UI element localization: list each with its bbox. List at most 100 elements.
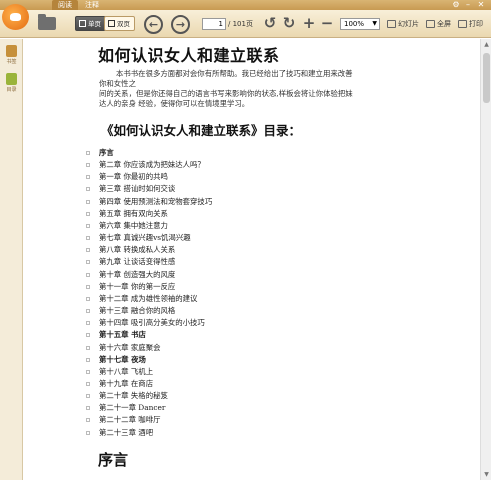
toc-item[interactable]: 第十九章 在商店	[86, 378, 212, 390]
zoom-select[interactable]: 100% ▼	[340, 18, 380, 30]
minimize-icon[interactable]: –	[463, 0, 473, 10]
toc-item[interactable]: 第三章 搭讪时如何交谈	[86, 183, 212, 195]
tab-read[interactable]: 阅读	[52, 0, 78, 10]
toc-icon	[6, 73, 17, 85]
toc-item[interactable]: 第一章 你最初的共鸣	[86, 171, 212, 183]
toc-item-label: 第十六章 家庭聚会	[99, 342, 161, 352]
tab-annotate[interactable]: 注释	[79, 0, 105, 10]
toc-item-label: 第十七章 夜场	[99, 354, 146, 364]
toc-item[interactable]: 第十一章 你的第一反应	[86, 281, 212, 293]
toc-item[interactable]: 第二十章 失格的秘笈	[86, 390, 212, 402]
toc-item-label: 第十二章 成为雄性领袖的建议	[99, 293, 198, 303]
toc-item[interactable]: 第十四章 吸引高分美女的小技巧	[86, 317, 212, 329]
next-page-button[interactable]: →	[171, 15, 190, 34]
bullet-icon	[86, 309, 90, 314]
zoom-in-icon[interactable]: +	[301, 15, 317, 31]
toc-item[interactable]: 第十六章 家庭聚会	[86, 342, 212, 354]
bullet-icon	[86, 151, 90, 155]
fullscreen-label: 全屏	[437, 20, 451, 28]
toc-item-label: 第八章 转换成私人关系	[99, 245, 176, 255]
toc-item[interactable]: 第六章 集中她注意力	[86, 220, 212, 232]
slideshow-label: 幻灯片	[398, 20, 419, 28]
bullet-icon	[86, 406, 90, 411]
sidebar-item-toc[interactable]: 目录	[2, 73, 21, 93]
toc-item-label: 序言	[99, 148, 114, 157]
rotate-left-icon[interactable]: ↺	[262, 15, 278, 31]
toc-item-label: 第十五章 书店	[99, 330, 146, 340]
app-logo-icon[interactable]	[2, 4, 29, 30]
toc-item-label: 第九章 让谈话变得性感	[99, 257, 176, 267]
toc-item[interactable]: 第二章 你应该成为把妹达人吗？	[86, 159, 212, 171]
toc-item[interactable]: 第十八章 飞机上	[86, 366, 212, 378]
toc-item[interactable]: 第八章 转换成私人关系	[86, 244, 212, 256]
single-page-button[interactable]: 单页	[75, 16, 106, 31]
sidebar-item-label: 目录	[6, 87, 17, 93]
bullet-icon	[86, 418, 90, 423]
toc-item-label: 第十三章 融合你的风格	[99, 306, 176, 316]
toc-item-label: 第十八章 飞机上	[99, 366, 154, 376]
bullet-icon	[86, 187, 90, 192]
vertical-scrollbar[interactable]: ▲ ▼	[480, 39, 491, 480]
open-folder-icon[interactable]	[38, 14, 56, 30]
toc-item[interactable]: 第十章 创造强大的风度	[86, 269, 212, 281]
bullet-icon	[86, 163, 90, 168]
bullet-icon	[86, 345, 90, 350]
toc-item-label: 第十四章 吸引高分美女的小技巧	[99, 318, 205, 328]
single-page-label: 单页	[88, 20, 101, 28]
intro-line: 本书书在很多方面都对会你有所帮助。我已经给出了技巧和建立用来改善	[116, 69, 353, 78]
toc-item[interactable]: 第十五章 书店	[86, 329, 212, 341]
scroll-up-icon[interactable]: ▲	[483, 41, 490, 48]
toc-item[interactable]: 第五章 拥有双向关系	[86, 208, 212, 220]
bullet-icon	[86, 260, 90, 265]
double-page-button[interactable]: 双页	[104, 16, 135, 31]
print-label: 打印	[469, 20, 483, 28]
toc-item-label: 第四章 使用预测法和宠物套穿技巧	[99, 196, 213, 206]
toc-item[interactable]: 第十二章 成为雄性领袖的建议	[86, 293, 212, 305]
toc-item[interactable]: 第九章 让谈话变得性感	[86, 256, 212, 268]
toc-item[interactable]: 第二十二章 咖啡厅	[86, 414, 212, 426]
bullet-icon	[86, 223, 90, 228]
toc-item[interactable]: 序言	[86, 147, 212, 159]
zoom-out-icon[interactable]: −	[319, 15, 335, 31]
close-icon[interactable]: ✕	[476, 0, 486, 10]
slideshow-icon	[387, 20, 396, 28]
toc-item-label: 第二十一章 Dancer	[99, 403, 166, 413]
double-page-label: 双页	[117, 20, 130, 28]
double-page-icon	[108, 20, 115, 27]
slideshow-button[interactable]: 幻灯片	[387, 18, 419, 30]
print-button[interactable]: 打印	[458, 18, 483, 30]
zoom-value: 100%	[344, 20, 365, 28]
bookmark-icon	[6, 45, 17, 57]
scroll-down-icon[interactable]: ▼	[483, 471, 490, 478]
prev-page-button[interactable]: ←	[144, 15, 163, 34]
rotate-right-icon[interactable]: ↻	[281, 15, 297, 31]
toc-item-label: 第一章 你最初的共鸣	[99, 172, 168, 182]
toc-item[interactable]: 第四章 使用预测法和宠物套穿技巧	[86, 196, 212, 208]
toc-item-label: 第二十三章 酒吧	[99, 427, 154, 437]
intro-paragraph: 本书书在很多方面都对会你有所帮助。我已经给出了技巧和建立用来改善 你和女性之 间…	[99, 69, 439, 109]
toc-item[interactable]: 第十七章 夜场	[86, 354, 212, 366]
page-number-input[interactable]: 1	[202, 18, 226, 30]
toc-item-label: 第十一章 你的第一反应	[99, 281, 176, 291]
bullet-icon	[86, 357, 90, 362]
toc-item-label: 第五章 拥有双向关系	[99, 208, 168, 218]
sidebar-item-bookmark[interactable]: 书签	[2, 45, 21, 65]
toc-item[interactable]: 第十三章 融合你的风格	[86, 305, 212, 317]
toc-item-label: 第二章 你应该成为把妹达人吗？	[99, 160, 205, 170]
toc-item[interactable]: 第二十一章 Dancer	[86, 402, 212, 414]
scrollbar-thumb[interactable]	[483, 53, 490, 103]
sidebar-item-label: 书签	[6, 59, 17, 65]
chevron-down-icon: ▼	[372, 20, 377, 27]
bullet-icon	[86, 321, 90, 326]
bullet-icon	[86, 333, 90, 338]
bullet-icon	[86, 369, 90, 374]
toc-item[interactable]: 第七章 真诚兴趣vs饥渴兴趣	[86, 232, 212, 244]
single-page-icon	[79, 20, 86, 27]
toc-item[interactable]: 第二十三章 酒吧	[86, 427, 212, 439]
print-icon	[458, 20, 467, 28]
toc-item-label: 第二十章 失格的秘笈	[99, 391, 168, 401]
bullet-icon	[86, 236, 90, 241]
bullet-icon	[86, 381, 90, 386]
settings-icon[interactable]: ⚙	[451, 0, 461, 10]
fullscreen-button[interactable]: 全屏	[426, 18, 451, 30]
